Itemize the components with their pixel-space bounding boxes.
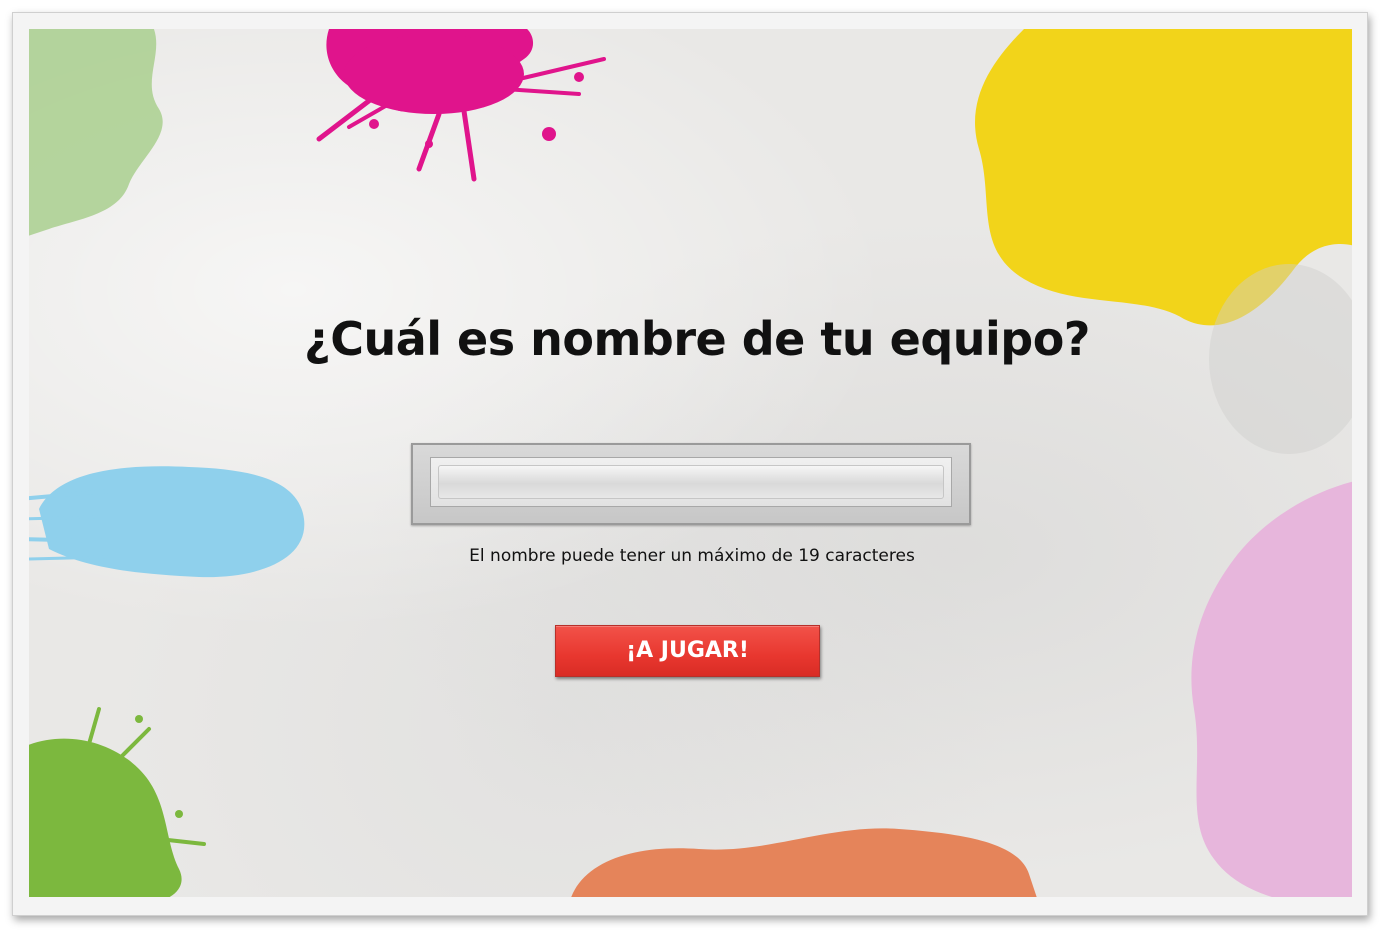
team-name-input-frame [411, 443, 971, 525]
team-name-input-bezel [430, 457, 952, 507]
green-paint-splat [29, 707, 206, 897]
play-button[interactable]: ¡A JUGAR! [555, 625, 820, 677]
magenta-paint-splat [316, 29, 606, 182]
blue-paint-splat [29, 466, 305, 578]
light-green-paint-splat [29, 29, 163, 236]
max-length-hint: El nombre puede tener un máximo de 19 ca… [469, 546, 915, 566]
team-name-input[interactable] [438, 465, 944, 499]
page-title: ¿Cuál es nombre de tu equipo? [304, 312, 1090, 366]
pink-paint-splat [1191, 481, 1352, 897]
orange-paint-splat [571, 828, 1037, 897]
